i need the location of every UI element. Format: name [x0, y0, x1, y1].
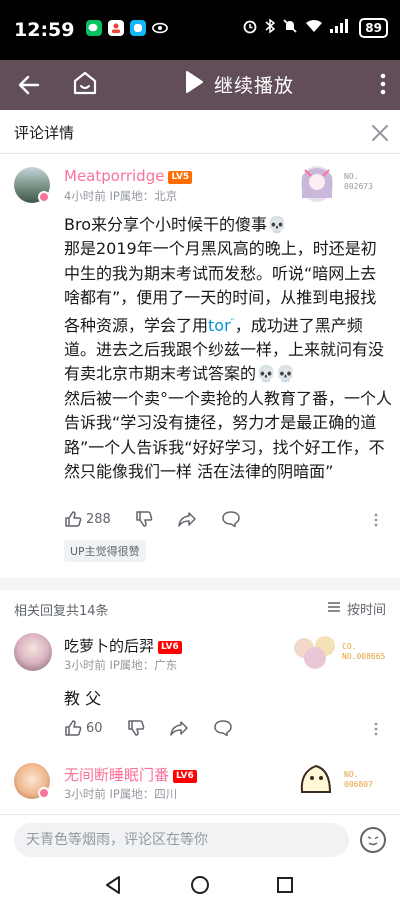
- level-badge: LV5: [168, 171, 193, 184]
- dislike-button[interactable]: [127, 719, 145, 737]
- thumb-down-icon: [127, 719, 145, 737]
- reply-meta: 3小时前 IP属地：广东: [64, 657, 177, 673]
- play-icon: [184, 70, 204, 98]
- nav-home-icon[interactable]: [190, 875, 210, 899]
- continue-play-label: 继续播放: [214, 74, 295, 97]
- level-badge: LV6: [173, 770, 197, 783]
- comment-bubble-icon: [213, 719, 233, 737]
- comment-meta: 4小时前 IP属地：北京: [64, 188, 177, 204]
- wifi-icon: [305, 19, 323, 37]
- section-divider: [0, 578, 400, 590]
- thumb-up-icon: [64, 719, 82, 737]
- reply-more-icon[interactable]: [374, 722, 378, 736]
- battery-indicator: 89: [359, 18, 388, 38]
- bluetooth-icon: [265, 18, 276, 38]
- thumb-up-icon: [64, 510, 82, 528]
- share-button[interactable]: [177, 510, 197, 528]
- comment-time: 4小时前: [64, 189, 106, 203]
- comment-text-part2: ，成功进了黑产频道。进去之后我跟个纱兹一样，上来就问有没有卖北京市期末考试答案的…: [64, 315, 393, 482]
- fan-badge-image: [296, 160, 338, 204]
- comment-more-icon[interactable]: [374, 513, 378, 527]
- thumb-down-icon: [135, 510, 153, 528]
- share-icon: [169, 719, 189, 737]
- more-menu-icon[interactable]: [380, 68, 386, 105]
- sort-label: 按时间: [346, 603, 386, 618]
- reply-count: 相关回复共14条: [14, 604, 109, 619]
- qq-icon: [130, 20, 146, 36]
- back-arrow-icon[interactable]: [18, 69, 40, 103]
- video-top-bar: 继续播放: [0, 60, 400, 110]
- user-app-icon: [108, 20, 124, 36]
- dislike-button[interactable]: [135, 510, 153, 528]
- reply-time: 3小时前: [64, 658, 106, 672]
- signal-icon: [330, 19, 352, 37]
- reply-time: 3小时前: [64, 787, 106, 801]
- reply-ip: IP属地：广东: [109, 658, 178, 672]
- status-bar: 12:59 89: [0, 0, 400, 60]
- comment-input-bar: 天青色等烟雨，评论区在等你: [0, 814, 400, 864]
- comment-bubble-icon: [221, 510, 241, 528]
- level-badge: LV6: [158, 641, 182, 654]
- comment-detail-title: 评论详情: [14, 124, 75, 142]
- emoji-icon[interactable]: [360, 827, 386, 853]
- like-count: 288: [86, 511, 111, 527]
- reply-actions: 60: [64, 719, 257, 737]
- reply-button[interactable]: [213, 719, 233, 737]
- username[interactable]: 无间断睡眠门番: [64, 766, 169, 784]
- reply-user[interactable]: 无间断睡眠门番 LV6: [64, 764, 197, 785]
- reply-text: 教 父: [64, 689, 102, 708]
- reply-ip: IP属地：四川: [109, 787, 178, 801]
- nav-recents-icon[interactable]: [276, 876, 294, 898]
- avatar[interactable]: [14, 633, 52, 671]
- reply-meta: 3小时前 IP属地：四川: [64, 786, 177, 802]
- sort-by-time-button[interactable]: 按时间: [327, 599, 386, 618]
- fan-badge-image: [296, 758, 336, 798]
- wechat-icon: [86, 20, 102, 36]
- notification-icons: [86, 20, 168, 36]
- comment-actions: 288: [64, 510, 265, 528]
- reply-button[interactable]: [221, 510, 241, 528]
- vip-badge-icon: [38, 191, 50, 203]
- share-icon: [177, 510, 197, 528]
- like-button[interactable]: 288: [64, 510, 111, 528]
- alarm-icon: [242, 18, 258, 38]
- replies-header: 相关回复共14条 按时间: [0, 590, 400, 626]
- comment-ip: IP属地：北京: [109, 189, 178, 203]
- system-nav-bar: [0, 864, 400, 907]
- fan-badge-number: CO. NO.008665: [342, 642, 386, 661]
- comment-body: Bro来分享个小时候干的傻事💀 那是2019年一个月黑风高的晚上，时还是初中生的…: [64, 213, 392, 484]
- username[interactable]: Meatporridge: [64, 167, 164, 185]
- status-time: 12:59: [14, 19, 75, 41]
- username[interactable]: 吃萝卜的后羿: [64, 637, 154, 655]
- sort-list-icon: [327, 601, 341, 617]
- vip-badge-icon: [38, 787, 50, 799]
- comment-input[interactable]: 天青色等烟雨，评论区在等你: [14, 823, 349, 857]
- system-icons: 89: [242, 18, 388, 38]
- continue-play-button[interactable]: 继续播放: [184, 70, 294, 98]
- home-icon[interactable]: [70, 68, 100, 98]
- like-button[interactable]: 60: [64, 719, 103, 737]
- fan-badge-image: [292, 630, 338, 672]
- like-count: 60: [86, 720, 103, 736]
- nav-back-icon[interactable]: [104, 875, 122, 899]
- fan-badge-number: NO. 006807: [344, 770, 373, 789]
- close-icon[interactable]: [370, 118, 390, 148]
- fan-badge-number: NO. 002673: [344, 172, 373, 191]
- search-link[interactable]: torᵔ: [208, 316, 235, 335]
- up-liked-tag: UP主觉得很赞: [64, 540, 146, 562]
- share-button[interactable]: [169, 719, 189, 737]
- comment-detail-header: 评论详情: [0, 110, 400, 154]
- search-link-label[interactable]: tor: [208, 316, 231, 335]
- mute-icon: [282, 18, 298, 38]
- main-comment-user[interactable]: Meatporridge LV5: [64, 167, 193, 185]
- reply-user[interactable]: 吃萝卜的后羿 LV6: [64, 635, 182, 656]
- eye-icon: [152, 20, 168, 36]
